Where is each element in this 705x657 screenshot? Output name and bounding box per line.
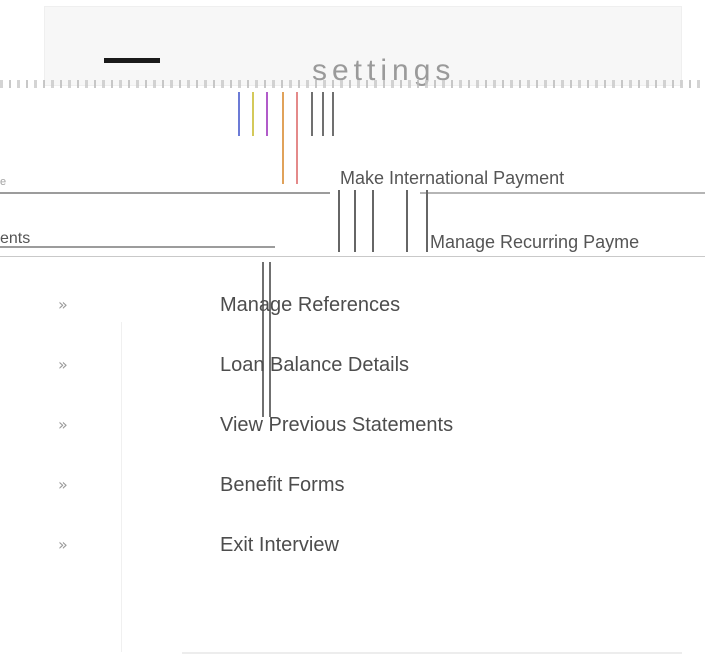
- international-payment-link[interactable]: Make International Payment: [340, 168, 564, 189]
- glitch-line: [322, 92, 324, 136]
- glitch-line: [332, 92, 334, 136]
- chevron-right-icon: »: [58, 535, 68, 554]
- glitch-line: [266, 92, 268, 136]
- chevron-right-icon: »: [58, 415, 68, 434]
- menu-item-exit-interview[interactable]: » Exit Interview: [0, 520, 705, 570]
- row-rule: [0, 256, 705, 257]
- title-noise: [0, 80, 705, 88]
- sub-row-1: e Make International Payment: [0, 168, 705, 198]
- menu-item-label[interactable]: Loan Balance Details: [220, 354, 409, 377]
- sub-row-2: ents Manage Recurring Payme: [0, 228, 705, 264]
- row-left-text: ents: [0, 230, 31, 247]
- title-row: settings: [0, 58, 705, 92]
- recurring-payment-link[interactable]: Manage Recurring Payme: [430, 232, 639, 253]
- menu-item-previous-statements[interactable]: » View Previous Statements: [0, 400, 705, 450]
- glitch-line: [238, 92, 240, 136]
- chevron-right-icon: »: [58, 475, 68, 494]
- bottom-edge: [182, 652, 682, 654]
- menu-item-loan-balance[interactable]: » Loan Balance Details: [0, 340, 705, 390]
- menu-item-benefit-forms[interactable]: » Benefit Forms: [0, 460, 705, 510]
- menu-item-label[interactable]: Benefit Forms: [220, 474, 344, 497]
- menu-item-manage-references[interactable]: » Manage References: [0, 280, 705, 330]
- glitch-line: [311, 92, 313, 136]
- row-rule: [420, 192, 705, 194]
- glitch-line: [252, 92, 254, 136]
- chevron-right-icon: »: [58, 295, 68, 314]
- row-rule: [0, 246, 275, 248]
- title-bar: [104, 58, 160, 63]
- menu-item-label[interactable]: View Previous Statements: [220, 414, 453, 437]
- menu-item-label[interactable]: Exit Interview: [220, 534, 339, 557]
- menu-item-label[interactable]: Manage References: [220, 294, 400, 317]
- row-rule: [0, 192, 330, 194]
- chevron-right-icon: »: [58, 355, 68, 374]
- row-left-text: e: [0, 176, 7, 188]
